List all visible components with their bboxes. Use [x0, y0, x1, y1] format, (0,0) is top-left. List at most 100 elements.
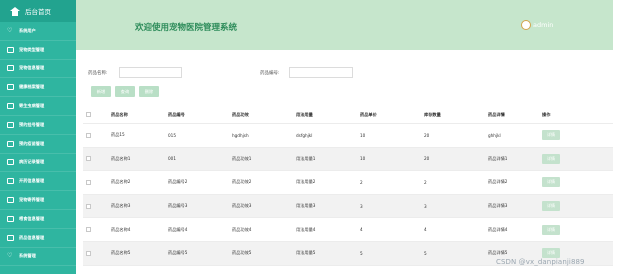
table-header-cell: 药品功效: [232, 111, 249, 117]
drug-code-input[interactable]: [289, 67, 353, 78]
table-row: 药品名称4 药品编号4 药品功效4 用法用量4 4 4 药品详情4 详情: [83, 218, 613, 242]
table-header-cell: 药品单价: [360, 111, 377, 117]
action-cell: 详情: [542, 171, 560, 194]
table-cell: 3: [360, 203, 363, 209]
detail-button[interactable]: 详情: [542, 201, 560, 212]
table-header-cell: 药品编号: [168, 111, 185, 117]
table-row: 药品名称1 001 药品功效1 用法用量1 10 20 药品详情1 详情: [83, 147, 613, 172]
drug-table: 药品名称 药品编号 药品功效 用法用量 药品单价 库存数量 药品详情 操作 药品15 015 hgd…: [83, 106, 613, 266]
table-header-cell: 库存数量: [424, 111, 441, 117]
sidebar-item-label: 健康档案管理: [19, 84, 45, 90]
sidebar-item-label: 寄生虫病管理: [19, 103, 45, 109]
sidebar-item[interactable]: 宠物寄养管理: [0, 191, 76, 210]
box-icon: [7, 65, 14, 72]
sidebar-item[interactable]: 寄生虫病管理: [0, 97, 76, 116]
sidebar-item-label: 系统用户: [19, 27, 36, 33]
row-checkbox[interactable]: [86, 250, 91, 256]
sidebar-item[interactable]: 预约挂号管理: [0, 116, 76, 135]
row-checkbox[interactable]: [86, 227, 91, 233]
box-icon: [7, 234, 14, 241]
table-cell: 10: [360, 156, 366, 162]
table-cell: 2: [424, 179, 427, 185]
table-cell: 药品功效2: [232, 179, 252, 185]
search-bar: 药品名称: 药品编号:: [76, 67, 613, 79]
table-header-row: 药品名称 药品编号 药品功效 用法用量 药品单价 库存数量 药品详情 操作: [83, 106, 613, 124]
sidebar-item-label: 喂食信息管理: [19, 215, 45, 221]
table-cell: 5: [360, 250, 363, 256]
table-cell: 药品详情3: [488, 203, 508, 209]
sidebar-item[interactable]: 宠物类型管理: [0, 41, 76, 60]
sidebar-item[interactable]: 病历记录管理: [0, 154, 76, 173]
action-cell: 详情: [542, 124, 560, 147]
row-checkbox-cell: [86, 148, 91, 171]
sidebar-item-label: 预约挂号管理: [19, 121, 45, 127]
delete-button[interactable]: 删除: [139, 86, 159, 97]
detail-button[interactable]: 详情: [542, 130, 560, 141]
table-cell: 4: [360, 227, 363, 233]
detail-button[interactable]: 详情: [542, 177, 560, 188]
drug-name-label: 药品名称:: [88, 71, 108, 76]
row-checkbox[interactable]: [86, 179, 91, 185]
sidebar-item[interactable]: 药品信息管理: [0, 229, 76, 248]
row-checkbox[interactable]: [86, 156, 91, 162]
table-row: 药品15 015 hgdhjsh dsfghjkl 10 20 ghhjkl 详情: [83, 124, 613, 148]
box-icon: [7, 197, 14, 204]
table-cell: 药品编号4: [168, 226, 188, 232]
table-row: 药品名称2 药品编号2 药品功效2 用法用量2 2 2 药品详情2 详情: [83, 171, 613, 195]
sidebar-item-label: 宠物类型管理: [19, 46, 45, 52]
table-cell: 2: [360, 179, 363, 185]
sidebar-item[interactable]: ♡ 系统用户: [0, 22, 76, 41]
detail-button[interactable]: 详情: [542, 248, 560, 259]
table-cell: 用法用量3: [296, 203, 316, 209]
detail-button[interactable]: 详情: [542, 153, 560, 164]
table-cell: 5: [424, 250, 427, 256]
sidebar-item[interactable]: 健康档案管理: [0, 78, 76, 98]
sidebar-item-label: 开药信息管理: [19, 178, 45, 184]
table-cell: 20: [424, 156, 430, 162]
row-checkbox[interactable]: [86, 132, 91, 138]
main-content: 药品名称: 药品编号: 新增 查询 删除 药品名称 药品编号 药品功效 用法用量 药品单…: [76, 50, 613, 274]
box-icon: [7, 159, 14, 166]
add-button[interactable]: 新增: [91, 86, 111, 97]
box-icon: [7, 121, 14, 128]
table-cell: 药品编号5: [168, 250, 188, 256]
row-checkbox-cell: [86, 242, 91, 265]
app-window: 后台首页 ♡ 系统用户 宠物类型管理 宠物信息管理 健康档案管理 寄生虫病管理 预约挂号管理…: [0, 0, 623, 274]
sidebar-item[interactable]: 喂食信息管理: [0, 210, 76, 229]
sidebar-item-label: 病历记录管理: [19, 159, 45, 165]
drug-name-input[interactable]: [119, 67, 182, 78]
row-checkbox-cell: [86, 106, 91, 123]
table-cell: 药品功效1: [232, 155, 252, 161]
row-checkbox[interactable]: [86, 203, 91, 209]
sidebar: 后台首页 ♡ 系统用户 宠物类型管理 宠物信息管理 健康档案管理 寄生虫病管理 预约挂号管理…: [0, 0, 76, 274]
table-cell: 药品功效4: [232, 226, 252, 232]
sidebar-item[interactable]: 宠物信息管理: [0, 60, 76, 79]
select-all-checkbox[interactable]: [86, 112, 91, 117]
sidebar-home[interactable]: 后台首页: [0, 0, 76, 22]
detail-button[interactable]: 详情: [542, 224, 560, 235]
heart-icon: ♡: [7, 252, 13, 260]
table-cell: 药品详情2: [488, 179, 508, 185]
table-cell: 用法用量1: [296, 155, 316, 161]
action-cell: 详情: [542, 195, 560, 218]
table-cell: 药品名称5: [111, 250, 131, 256]
table-cell: 药品功效3: [232, 203, 252, 209]
table-cell: 用法用量5: [296, 250, 316, 256]
table-cell: 药品详情4: [488, 226, 508, 232]
box-icon: [7, 46, 14, 53]
box-icon: [7, 215, 14, 222]
sidebar-item[interactable]: 预约疫苗管理: [0, 135, 76, 154]
sidebar-item[interactable]: ♡ 系统管理: [0, 248, 76, 267]
sidebar-item[interactable]: 开药信息管理: [0, 172, 76, 192]
table-cell: 10: [360, 132, 366, 138]
avatar: [521, 20, 531, 30]
search-button[interactable]: 查询: [115, 86, 135, 97]
user-menu[interactable]: admin: [521, 20, 553, 30]
box-icon: [7, 84, 14, 91]
home-icon: [10, 6, 20, 16]
table-header-cell: 用法用量: [296, 111, 313, 117]
sidebar-item-label: 宠物信息管理: [19, 65, 45, 71]
username-label: admin: [533, 21, 554, 29]
table-cell: ghhjkl: [488, 132, 501, 138]
table-cell: 药品名称3: [111, 203, 131, 209]
